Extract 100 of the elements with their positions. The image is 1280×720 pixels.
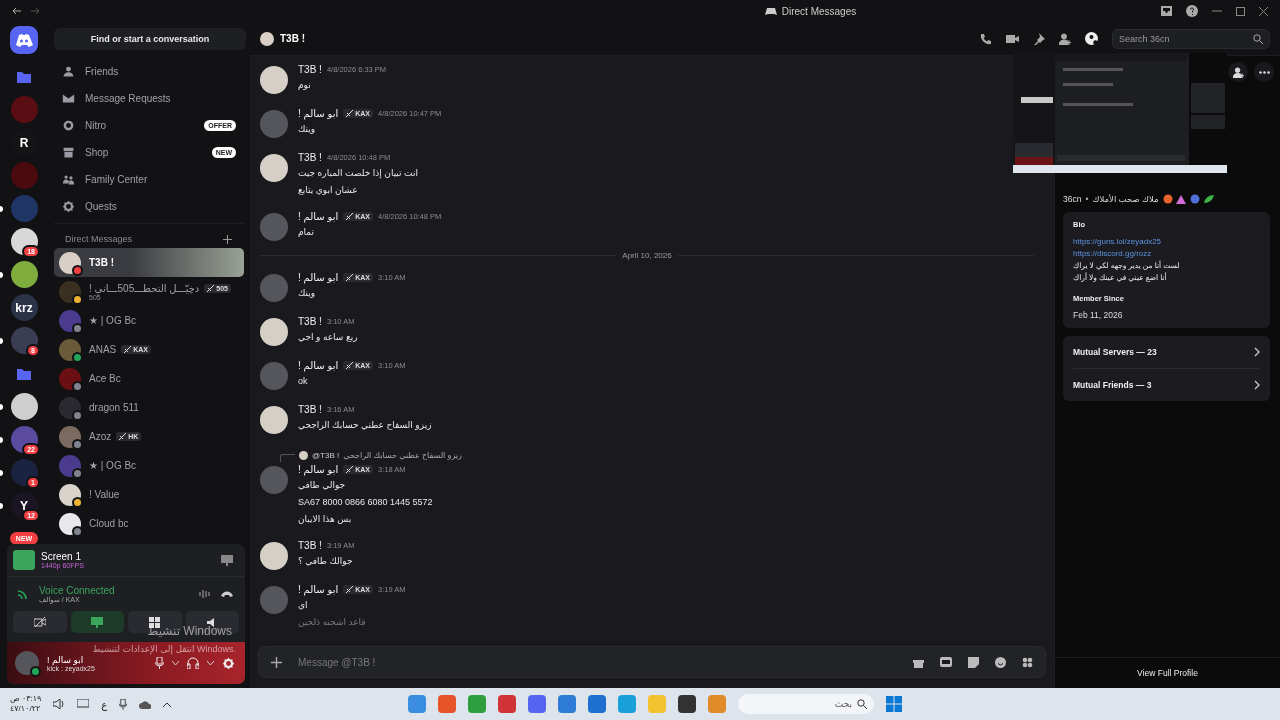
monitor-icon[interactable]	[77, 699, 90, 709]
microphone-icon[interactable]	[119, 698, 128, 710]
emoji-icon[interactable]	[995, 656, 1006, 668]
plus-icon[interactable]	[223, 234, 232, 244]
message-text: وينك	[298, 287, 317, 300]
tag-icon	[346, 110, 354, 117]
author-name[interactable]: T3B !	[298, 540, 322, 551]
message-text: بس هذا الايبان	[298, 513, 353, 526]
author-name[interactable]: ! ابو سالم	[298, 464, 339, 475]
author-name[interactable]: T3B !	[298, 404, 322, 415]
soundboard-button[interactable]	[185, 611, 239, 633]
search-field[interactable]: Search 36cn	[1112, 28, 1270, 49]
stream-title: Screen 1	[41, 551, 83, 562]
settings-icon[interactable]	[222, 656, 235, 670]
activation-text: انتقل إلى الإعدادات لتنشيط Windows.	[92, 644, 236, 654]
author-name[interactable]: ! ابو سالم	[298, 360, 339, 371]
bio-link[interactable]: https://discord.gg/rozz	[1073, 248, 1262, 260]
dm-item[interactable]: ★ | OG Bc	[54, 451, 244, 480]
inbox-icon[interactable]	[1161, 6, 1172, 16]
signal-icon	[17, 588, 29, 600]
author-name[interactable]: ! ابو سالم	[298, 584, 339, 595]
reply-mention[interactable]: @T3B !	[312, 450, 340, 460]
envelope-icon	[62, 92, 75, 105]
dm-name: Azoz	[89, 431, 112, 442]
taskbar-app-icon[interactable]	[498, 695, 516, 713]
avatar	[260, 31, 274, 46]
add-friend-button[interactable]	[1228, 62, 1248, 82]
headphones-icon[interactable]	[187, 657, 199, 669]
more-icon	[1258, 70, 1270, 74]
taskbar-app-icon[interactable]	[678, 695, 696, 713]
video-camera-icon[interactable]	[1006, 33, 1019, 44]
camera-off-button[interactable]	[13, 611, 67, 633]
view-full-profile-link[interactable]: View Full Profile	[1137, 668, 1198, 678]
dm-name: ★ | OG Bc	[89, 315, 137, 326]
cog-icon	[62, 200, 75, 213]
gif-icon[interactable]	[940, 656, 952, 667]
nav-item[interactable]: Message Requests	[54, 85, 244, 112]
apps-icon[interactable]	[1022, 656, 1033, 668]
discord-home-button[interactable]	[10, 26, 38, 54]
chat-title: T3B !	[280, 33, 305, 44]
reply-preview[interactable]: زيزو السفاح عطني حسابك الراجحي	[343, 450, 462, 460]
dm-item[interactable]: ! Value	[54, 480, 244, 509]
avatar	[59, 396, 81, 419]
volume-icon[interactable]	[53, 699, 66, 709]
taskbar-app-icon[interactable]	[528, 695, 546, 713]
forward-icon[interactable]	[30, 7, 40, 15]
author-name[interactable]: ! ابو سالم	[298, 272, 339, 283]
chevron-icon[interactable]	[172, 660, 179, 666]
maximize-icon[interactable]	[1236, 6, 1245, 16]
chevron-up-icon[interactable]	[163, 701, 172, 707]
dm-item[interactable]: T3B !	[54, 248, 244, 277]
nav-item[interactable]: Family Center	[54, 166, 244, 193]
folder-icon[interactable]	[17, 70, 31, 83]
search-icon	[857, 699, 867, 709]
bio-link[interactable]: https://guns.lol/zeyadx25	[1073, 236, 1262, 248]
windows-start-icon[interactable]	[886, 696, 902, 712]
user-profile-icon[interactable]	[1085, 32, 1098, 45]
tag-icon	[346, 213, 354, 220]
back-icon[interactable]	[12, 7, 22, 15]
voice-status: Voice Connected	[39, 584, 116, 596]
nav-item[interactable]: Quests	[54, 193, 244, 220]
dm-item[interactable]: Ace Bc	[54, 364, 244, 393]
folder-icon[interactable]	[17, 367, 31, 380]
message-composer[interactable]: Message @T3B !	[258, 646, 1046, 678]
server-icon[interactable]	[10, 261, 38, 288]
mutual-row[interactable]: Mutual Friends — 3	[1073, 368, 1260, 401]
server-icon[interactable]	[10, 393, 38, 420]
plus-icon[interactable]	[271, 656, 282, 668]
server-icon[interactable]	[10, 327, 38, 354]
close-icon[interactable]	[1259, 6, 1268, 16]
more-button[interactable]	[1254, 62, 1274, 82]
dm-item[interactable]: ★ | OG Bc	[54, 306, 244, 335]
help-icon[interactable]	[1186, 5, 1198, 17]
message-text: جوالك طافي ؟	[298, 555, 354, 568]
chevron-icon[interactable]	[207, 660, 214, 666]
pin-icon[interactable]	[1033, 32, 1045, 45]
phone-icon[interactable]	[980, 32, 992, 45]
cloud-icon[interactable]	[139, 699, 152, 709]
language-indicator[interactable]: ع	[101, 698, 108, 710]
taskbar-app-icon[interactable]	[588, 695, 606, 713]
server-icon[interactable]: krz	[10, 294, 38, 321]
author-name[interactable]: T3B !	[298, 316, 322, 327]
author-name[interactable]: ! ابو سالم	[298, 108, 339, 119]
message-input[interactable]: Message @T3B !	[296, 655, 899, 669]
nav-item[interactable]: Friends	[54, 58, 244, 85]
author-name[interactable]: ! ابو سالم	[298, 211, 339, 222]
dm-item[interactable]: dragon 511	[54, 393, 244, 422]
find-conversation-button[interactable]: Find or start a conversation	[54, 27, 246, 50]
stop-stream-icon[interactable]	[221, 554, 233, 566]
author-name[interactable]: T3B !	[298, 64, 322, 75]
mutual-row[interactable]: Mutual Servers — 23	[1073, 336, 1260, 368]
noise-icon[interactable]	[199, 589, 211, 599]
add-friend-icon[interactable]	[1059, 32, 1071, 45]
author-name[interactable]: T3B !	[298, 152, 322, 163]
sticker-icon[interactable]	[968, 656, 979, 668]
taskbar-search-field[interactable]: بحث	[738, 694, 874, 714]
badges-drawing	[1162, 194, 1215, 204]
screen-share-button[interactable]	[70, 611, 124, 633]
dm-item[interactable]: Cloud bc	[54, 509, 244, 538]
hang-up-icon[interactable]	[221, 590, 233, 598]
